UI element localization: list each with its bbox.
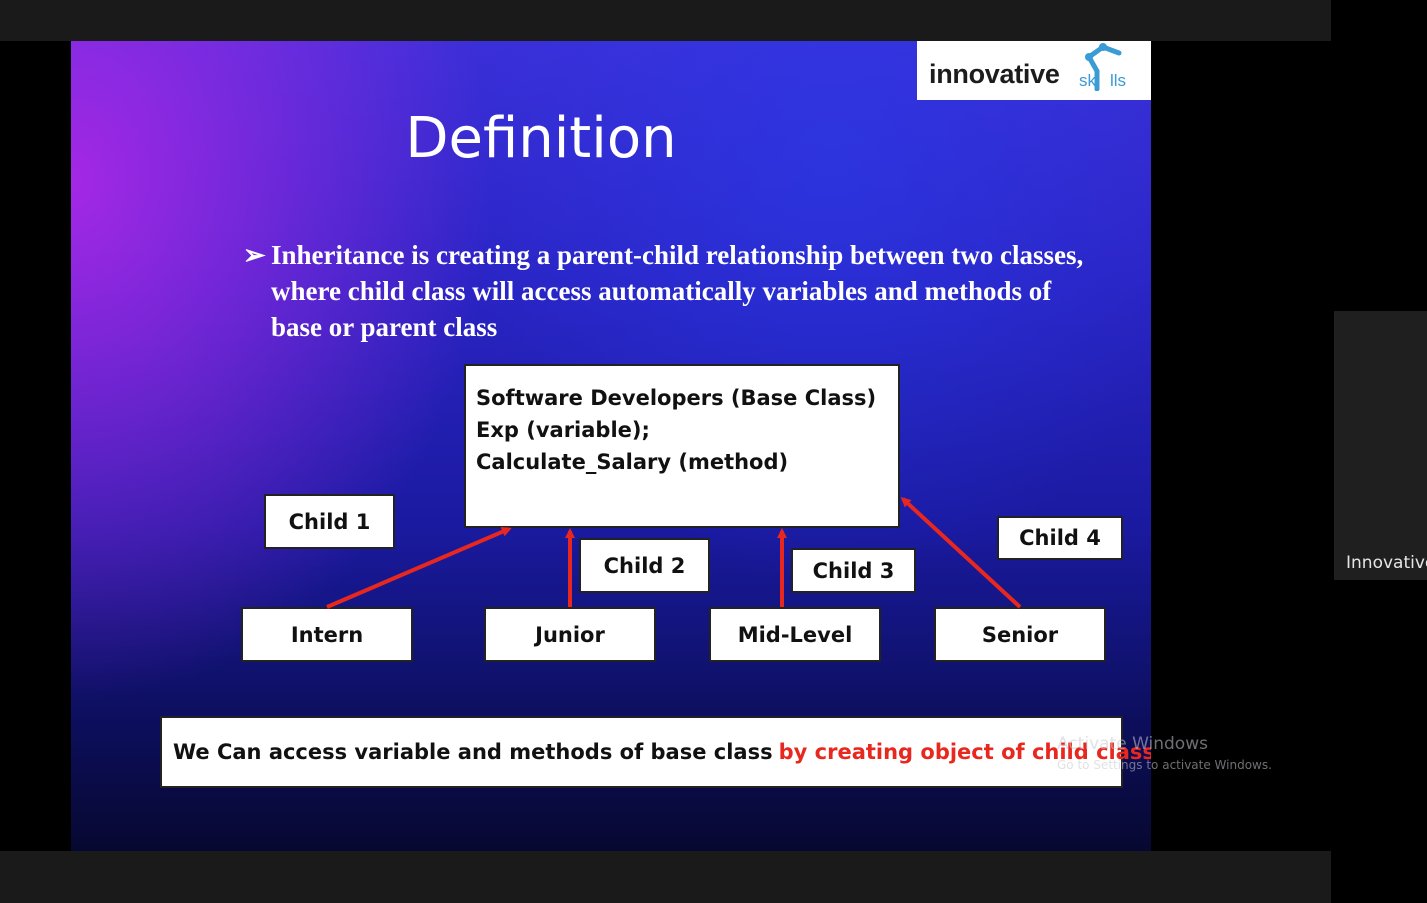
note-highlight-text: by creating object of child class [778,740,1151,764]
participant-name: Innovative [1346,553,1427,573]
slide-canvas: innovative sk lls Definition ➢ Inheritanc… [71,41,1151,851]
top-bar [0,0,1331,41]
participant-tile[interactable]: Innovative [1334,311,1427,580]
note-box: We Can access variable and methods of ba… [160,716,1151,788]
arrow-intern [326,527,512,609]
arrow-senior [900,496,1022,609]
note-plain-text: We Can access variable and methods of ba… [173,740,773,764]
bottom-bar [0,851,1331,903]
